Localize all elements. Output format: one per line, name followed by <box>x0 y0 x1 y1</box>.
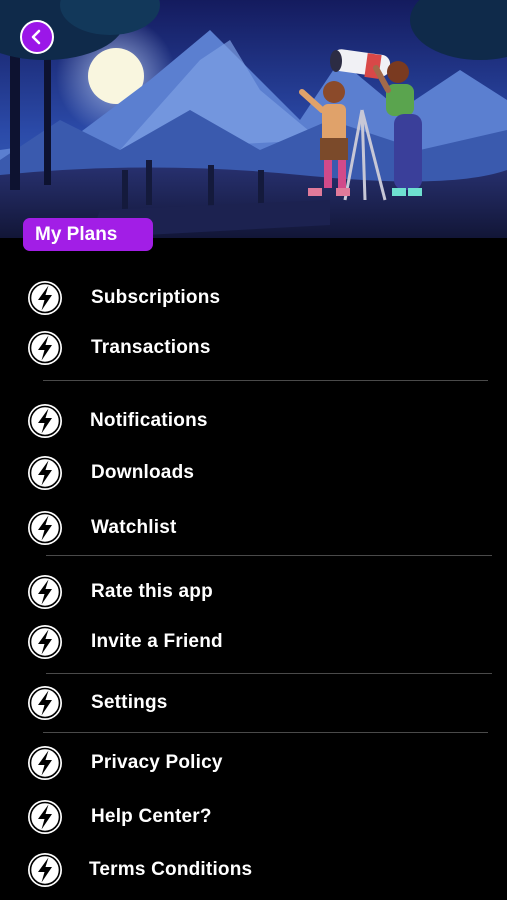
lightning-bolt-icon <box>28 331 62 365</box>
lightning-bolt-icon <box>28 575 62 609</box>
divider <box>46 555 492 556</box>
lightning-bolt-icon <box>28 746 62 780</box>
menu-item-subscriptions[interactable]: Subscriptions <box>0 273 507 323</box>
lightning-bolt-icon <box>28 511 62 545</box>
my-plans-badge[interactable]: My Plans <box>23 218 153 251</box>
menu-item-label: Subscriptions <box>91 287 221 308</box>
menu-item-privacy-policy[interactable]: Privacy Policy <box>0 738 507 788</box>
menu-item-downloads[interactable]: Downloads <box>0 448 507 498</box>
lightning-bolt-icon <box>28 456 62 490</box>
menu-item-notifications[interactable]: Notifications <box>0 396 507 446</box>
menu-item-label: Terms Conditions <box>89 859 253 880</box>
divider <box>46 673 492 674</box>
divider <box>43 732 488 733</box>
menu-item-label: Notifications <box>90 410 208 431</box>
menu-item-transactions[interactable]: Transactions <box>0 323 507 373</box>
menu-item-watchlist[interactable]: Watchlist <box>0 503 507 553</box>
lightning-bolt-icon <box>28 404 62 438</box>
menu-item-rate-app[interactable]: Rate this app <box>0 567 507 617</box>
menu-item-settings[interactable]: Settings <box>0 678 507 728</box>
lightning-bolt-icon <box>28 800 62 834</box>
menu-item-label: Help Center? <box>91 806 212 827</box>
lightning-bolt-icon <box>28 281 62 315</box>
back-button[interactable] <box>20 20 54 54</box>
menu-item-invite-friend[interactable]: Invite a Friend <box>0 617 507 667</box>
lightning-bolt-icon <box>28 625 62 659</box>
menu-item-label: Watchlist <box>91 517 177 538</box>
hero-illustration <box>0 0 507 238</box>
lightning-bolt-icon <box>28 686 62 720</box>
menu-item-label: Invite a Friend <box>91 631 223 652</box>
menu-item-label: Privacy Policy <box>91 752 223 773</box>
divider <box>43 380 488 381</box>
menu-item-label: Rate this app <box>91 581 213 602</box>
chevron-left-icon <box>31 29 41 45</box>
lightning-bolt-icon <box>28 853 62 887</box>
menu-item-label: Settings <box>91 692 168 713</box>
menu-item-label: Transactions <box>91 337 211 358</box>
menu-item-label: Downloads <box>91 462 195 483</box>
menu-item-help-center[interactable]: Help Center? <box>0 792 507 842</box>
menu-item-terms-conditions[interactable]: Terms Conditions <box>0 845 507 895</box>
